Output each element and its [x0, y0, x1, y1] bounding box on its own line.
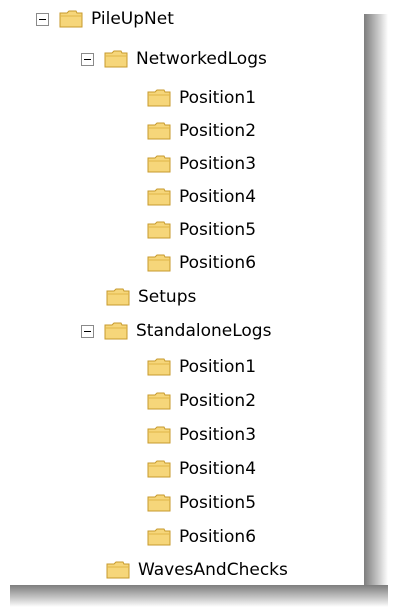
tree-node-position3[interactable]: Position3 [146, 147, 256, 181]
folder-icon [147, 122, 171, 140]
folder-icon [147, 528, 171, 546]
folder-icon [147, 426, 171, 444]
folder-icon [147, 358, 171, 376]
collapse-toggle-icon[interactable] [81, 324, 94, 338]
folder-icon [147, 494, 171, 512]
tree-node-position4[interactable]: Position4 [146, 180, 256, 214]
tree-node-label: Position4 [179, 459, 257, 479]
tree-node-label: Position5 [179, 220, 257, 240]
folder-icon [104, 50, 128, 68]
tree-node-position6[interactable]: Position6 [146, 520, 256, 554]
tree-node-position2[interactable]: Position2 [146, 384, 256, 418]
tree-node-label: NetworkedLogs [136, 49, 267, 69]
folder-icon [147, 221, 171, 239]
tree-node-position5[interactable]: Position5 [146, 213, 256, 247]
tree-panel: PileUpNet NetworkedLogs Position1 Positi… [0, 0, 364, 585]
panel-shadow-bottom [10, 585, 388, 607]
folder-icon [59, 10, 83, 28]
tree-node-position3[interactable]: Position3 [146, 418, 256, 452]
tree-node-pileupnet[interactable]: PileUpNet [36, 2, 174, 36]
tree-node-label: Position2 [179, 391, 257, 411]
folder-tree: PileUpNet NetworkedLogs Position1 Positi… [0, 0, 364, 585]
folder-icon [147, 254, 171, 272]
folder-icon [147, 460, 171, 478]
folder-icon [104, 322, 128, 340]
tree-node-label: Position6 [179, 253, 257, 273]
tree-node-label: Position1 [179, 88, 257, 108]
tree-node-networkedlogs[interactable]: NetworkedLogs [81, 42, 267, 76]
folder-icon [106, 561, 130, 579]
folder-icon [147, 392, 171, 410]
tree-node-label: Position3 [179, 425, 257, 445]
tree-node-position4[interactable]: Position4 [146, 452, 256, 486]
tree-node-standalonelogs[interactable]: StandaloneLogs [81, 314, 271, 348]
folder-icon [147, 155, 171, 173]
folder-icon [147, 188, 171, 206]
tree-node-label: Position6 [179, 527, 257, 547]
tree-node-label: PileUpNet [91, 9, 174, 29]
collapse-toggle-icon[interactable] [81, 52, 94, 66]
collapse-toggle-icon[interactable] [36, 12, 49, 26]
tree-node-position2[interactable]: Position2 [146, 114, 256, 148]
tree-node-label: Position5 [179, 493, 257, 513]
tree-node-position6[interactable]: Position6 [146, 246, 256, 280]
tree-node-label: Position2 [179, 121, 257, 141]
tree-node-setups[interactable]: Setups [105, 280, 196, 314]
tree-node-label: WavesAndChecks [138, 560, 288, 580]
panel-shadow-right [364, 14, 388, 604]
tree-node-position1[interactable]: Position1 [146, 350, 256, 384]
tree-window: PileUpNet NetworkedLogs Position1 Positi… [0, 0, 393, 609]
tree-node-label: Position4 [179, 187, 257, 207]
tree-node-wavesandchecks[interactable]: WavesAndChecks [105, 553, 288, 587]
tree-node-label: Position1 [179, 357, 257, 377]
tree-node-position5[interactable]: Position5 [146, 486, 256, 520]
tree-node-label: Setups [138, 287, 197, 307]
folder-icon [147, 89, 171, 107]
tree-node-label: StandaloneLogs [136, 321, 272, 341]
folder-icon [106, 288, 130, 306]
tree-node-label: Position3 [179, 154, 257, 174]
tree-node-position1[interactable]: Position1 [146, 81, 256, 115]
